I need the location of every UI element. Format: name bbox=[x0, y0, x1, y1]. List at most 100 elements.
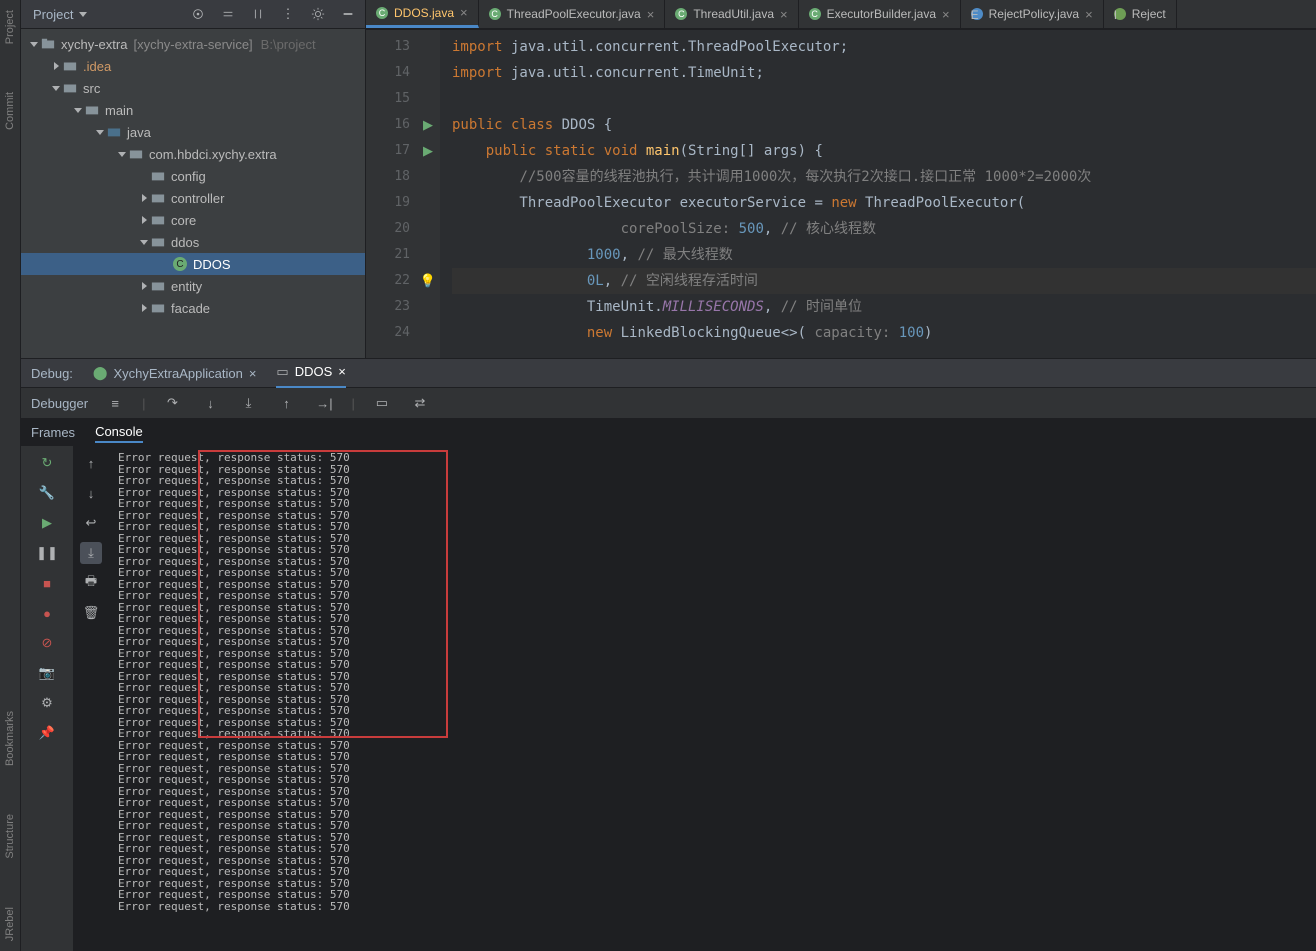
trash-icon[interactable]: 🗑 bbox=[80, 602, 102, 624]
close-icon[interactable]: × bbox=[338, 364, 346, 379]
resume-icon[interactable]: ▶ bbox=[36, 512, 58, 534]
file-type-icon: I bbox=[1114, 8, 1126, 20]
close-icon[interactable]: × bbox=[249, 366, 257, 381]
gear-icon[interactable] bbox=[307, 3, 329, 25]
collapse-icon[interactable] bbox=[247, 3, 269, 25]
tree-pkg[interactable]: com.hbdci.xychy.extra bbox=[21, 143, 365, 165]
debug-tab-app[interactable]: ⬤ XychyExtraApplication × bbox=[93, 359, 257, 387]
expand-icon[interactable] bbox=[217, 3, 239, 25]
tree-root[interactable]: xychy-extra [xychy-extra-service] B:\pro… bbox=[21, 33, 365, 55]
tree-entity[interactable]: entity bbox=[21, 275, 365, 297]
tree-core[interactable]: core bbox=[21, 209, 365, 231]
debug-tab-bar: Debug: ⬤ XychyExtraApplication × ▭ DDOS … bbox=[21, 359, 1316, 388]
up-icon[interactable]: ↑ bbox=[80, 452, 102, 474]
debugger-toolbar: Debugger ≡ | ↷ ↓ ⤓ ↑ →| | ▭ ⇄ bbox=[21, 388, 1316, 419]
file-type-icon: C bbox=[809, 8, 821, 20]
editor-tab[interactable]: CThreadUtil.java× bbox=[665, 0, 798, 28]
side-rail: Project Commit Bookmarks Structure JRebe… bbox=[0, 0, 21, 951]
console-line: Error request, response status: 570 bbox=[118, 751, 1306, 763]
minimize-icon[interactable] bbox=[337, 3, 359, 25]
rail-jrebel[interactable]: JRebel bbox=[0, 903, 20, 945]
force-step-into-icon[interactable]: ⤓ bbox=[238, 392, 260, 414]
console-line: Error request, response status: 570 bbox=[118, 613, 1306, 625]
console-line: Error request, response status: 570 bbox=[118, 498, 1306, 510]
project-panel: Project ⋮ xychy-extra bbox=[21, 0, 366, 358]
run-icon[interactable]: ▶ bbox=[416, 138, 440, 164]
close-icon[interactable]: × bbox=[942, 7, 950, 22]
locate-icon[interactable] bbox=[187, 3, 209, 25]
threads-icon[interactable]: ≡ bbox=[104, 392, 126, 414]
tree-src[interactable]: src bbox=[21, 77, 365, 99]
settings-icon[interactable]: ⚙ bbox=[36, 692, 58, 714]
editor-tab[interactable]: IReject bbox=[1104, 0, 1177, 28]
step-over-icon[interactable]: ↷ bbox=[162, 392, 184, 414]
editor-tab[interactable]: CThreadPoolExecutor.java× bbox=[479, 0, 666, 28]
bulb-icon[interactable]: 💡 bbox=[416, 268, 440, 294]
console-output[interactable]: Error request, response status: 570 Error… bbox=[108, 446, 1316, 951]
pin-icon[interactable]: 📌 bbox=[36, 722, 58, 744]
rail-structure[interactable]: Structure bbox=[0, 810, 20, 863]
pause-icon[interactable]: ❚❚ bbox=[36, 542, 58, 564]
modify-icon[interactable]: 🔧 bbox=[36, 482, 58, 504]
tab-label: ExecutorBuilder.java bbox=[827, 7, 936, 21]
debug-actions: ↻ 🔧 ▶ ❚❚ ■ ● ⊘ 📷 ⚙ 📌 bbox=[21, 446, 74, 951]
root-name: xychy-extra bbox=[61, 37, 127, 52]
print-icon[interactable]: 🖶 bbox=[80, 572, 102, 594]
tree-controller[interactable]: controller bbox=[21, 187, 365, 209]
scroll-end-icon[interactable]: ⤓ bbox=[80, 542, 102, 564]
step-into-icon[interactable]: ↓ bbox=[200, 392, 222, 414]
tree-main[interactable]: main bbox=[21, 99, 365, 121]
editor-tab[interactable]: ERejectPolicy.java× bbox=[961, 0, 1104, 28]
run-icon[interactable]: ▶ bbox=[416, 112, 440, 138]
editor-tabs: CDDOS.java×CThreadPoolExecutor.java× C Thr… bbox=[366, 0, 1316, 30]
run-to-cursor-icon[interactable]: →| bbox=[314, 392, 336, 414]
close-icon[interactable]: × bbox=[460, 5, 468, 20]
editor-tab[interactable]: CDDOS.java× bbox=[366, 0, 479, 28]
down-icon[interactable]: ↓ bbox=[80, 482, 102, 504]
console-actions: ↑ ↓ ↩ ⤓ 🖶 🗑 bbox=[74, 446, 108, 951]
console-line: Error request, response status: 570 bbox=[118, 567, 1306, 579]
tree-idea[interactable]: .idea bbox=[21, 55, 365, 77]
rail-bookmarks[interactable]: Bookmarks bbox=[0, 707, 20, 770]
tree-ddos[interactable]: ddos bbox=[21, 231, 365, 253]
dropdown-icon[interactable] bbox=[79, 12, 87, 17]
breakpoints-icon[interactable]: ● bbox=[36, 602, 58, 624]
close-icon[interactable]: × bbox=[780, 7, 788, 22]
close-icon[interactable]: × bbox=[647, 7, 655, 22]
close-icon[interactable]: × bbox=[1085, 7, 1093, 22]
subtab-console[interactable]: Console bbox=[95, 422, 143, 443]
debug-panel: Debug: ⬤ XychyExtraApplication × ▭ DDOS … bbox=[21, 358, 1316, 951]
tree-config[interactable]: config bbox=[21, 165, 365, 187]
line-gutter: 131415161718192021222324 bbox=[366, 30, 416, 358]
debug-subtabs: Frames Console bbox=[21, 419, 1316, 446]
camera-icon[interactable]: 📷 bbox=[36, 662, 58, 684]
console-line: Error request, response status: 570 bbox=[118, 544, 1306, 556]
rail-commit[interactable]: Commit bbox=[0, 88, 20, 134]
subtab-frames[interactable]: Frames bbox=[31, 423, 75, 442]
editor-tab[interactable]: C ExecutorBuilder.java × bbox=[799, 0, 961, 28]
rerun-icon[interactable]: ↻ bbox=[36, 452, 58, 474]
tree-java[interactable]: java bbox=[21, 121, 365, 143]
project-tree[interactable]: xychy-extra [xychy-extra-service] B:\pro… bbox=[21, 29, 365, 358]
tab-label: RejectPolicy.java bbox=[989, 7, 1079, 21]
evaluate-icon[interactable]: ▭ bbox=[371, 392, 393, 414]
spring-icon: ⬤ bbox=[93, 365, 108, 381]
console-line: Error request, response status: 570 bbox=[118, 659, 1306, 671]
more-icon[interactable]: ⇄ bbox=[409, 392, 431, 414]
console-line: Error request, response status: 570 bbox=[118, 901, 1306, 913]
stop-icon[interactable]: ■ bbox=[36, 572, 58, 594]
console-line: Error request, response status: 570 bbox=[118, 820, 1306, 832]
console-line: Error request, response status: 570 bbox=[118, 866, 1306, 878]
project-toolbar: Project ⋮ bbox=[21, 0, 365, 29]
soft-wrap-icon[interactable]: ↩ bbox=[80, 512, 102, 534]
mute-bp-icon[interactable]: ⊘ bbox=[36, 632, 58, 654]
tab-label: ThreadUtil.java bbox=[693, 7, 774, 21]
tree-facade[interactable]: facade bbox=[21, 297, 365, 319]
rail-project[interactable]: Project bbox=[0, 6, 20, 48]
step-out-icon[interactable]: ↑ bbox=[276, 392, 298, 414]
gutter-icons: ▶ ▶ 💡 bbox=[416, 30, 440, 358]
code-editor[interactable]: import java.util.concurrent.ThreadPoolEx… bbox=[440, 30, 1316, 358]
tree-ddos-file[interactable]: C DDOS bbox=[21, 253, 365, 275]
debugger-label: Debugger bbox=[31, 396, 88, 411]
debug-tab-ddos[interactable]: ▭ DDOS × bbox=[276, 358, 345, 389]
